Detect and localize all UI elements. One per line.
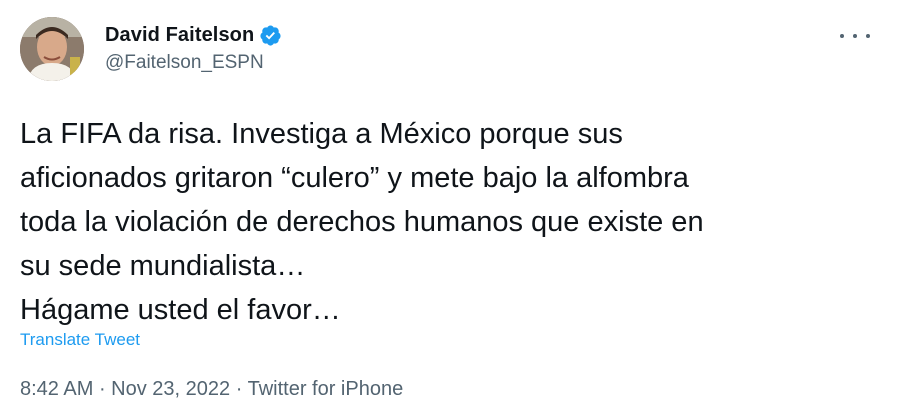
tweet-card: David Faitelson @Faitelson_ESPN La FIFA … <box>0 0 904 415</box>
avatar-photo <box>20 17 84 81</box>
name-row: David Faitelson <box>105 21 282 49</box>
more-options-icon[interactable] <box>840 26 870 46</box>
translate-tweet-link[interactable]: Translate Tweet <box>20 330 140 350</box>
tweet-text-line: La FIFA da risa. Investiga a México porq… <box>20 118 623 150</box>
more-dot <box>853 34 857 38</box>
tweet-metadata: 8:42 AM · Nov 23, 2022 · Twitter for iPh… <box>20 378 403 401</box>
avatar[interactable] <box>20 17 84 81</box>
tweet-text-line: su sede mundialista… <box>20 250 306 282</box>
verified-badge-icon <box>259 24 282 47</box>
tweet-text-line: aficionados gritaron “culero” y mete baj… <box>20 162 689 194</box>
more-dot <box>866 34 870 38</box>
tweet-date[interactable]: Nov 23, 2022 <box>111 378 230 400</box>
meta-separator: · <box>230 378 248 400</box>
tweet-source[interactable]: Twitter for iPhone <box>248 378 404 400</box>
tweet-text-line: Hágame usted el favor… <box>20 294 341 326</box>
tweet-text: La FIFA da risa. Investiga a México porq… <box>20 112 880 332</box>
more-dot <box>840 34 844 38</box>
author-block: David Faitelson @Faitelson_ESPN <box>105 21 282 74</box>
tweet-time[interactable]: 8:42 AM <box>20 378 93 400</box>
display-name[interactable]: David Faitelson <box>105 24 254 47</box>
tweet-text-line: toda la violación de derechos humanos qu… <box>20 206 704 238</box>
meta-separator: · <box>93 378 112 400</box>
user-handle[interactable]: @Faitelson_ESPN <box>105 52 282 74</box>
